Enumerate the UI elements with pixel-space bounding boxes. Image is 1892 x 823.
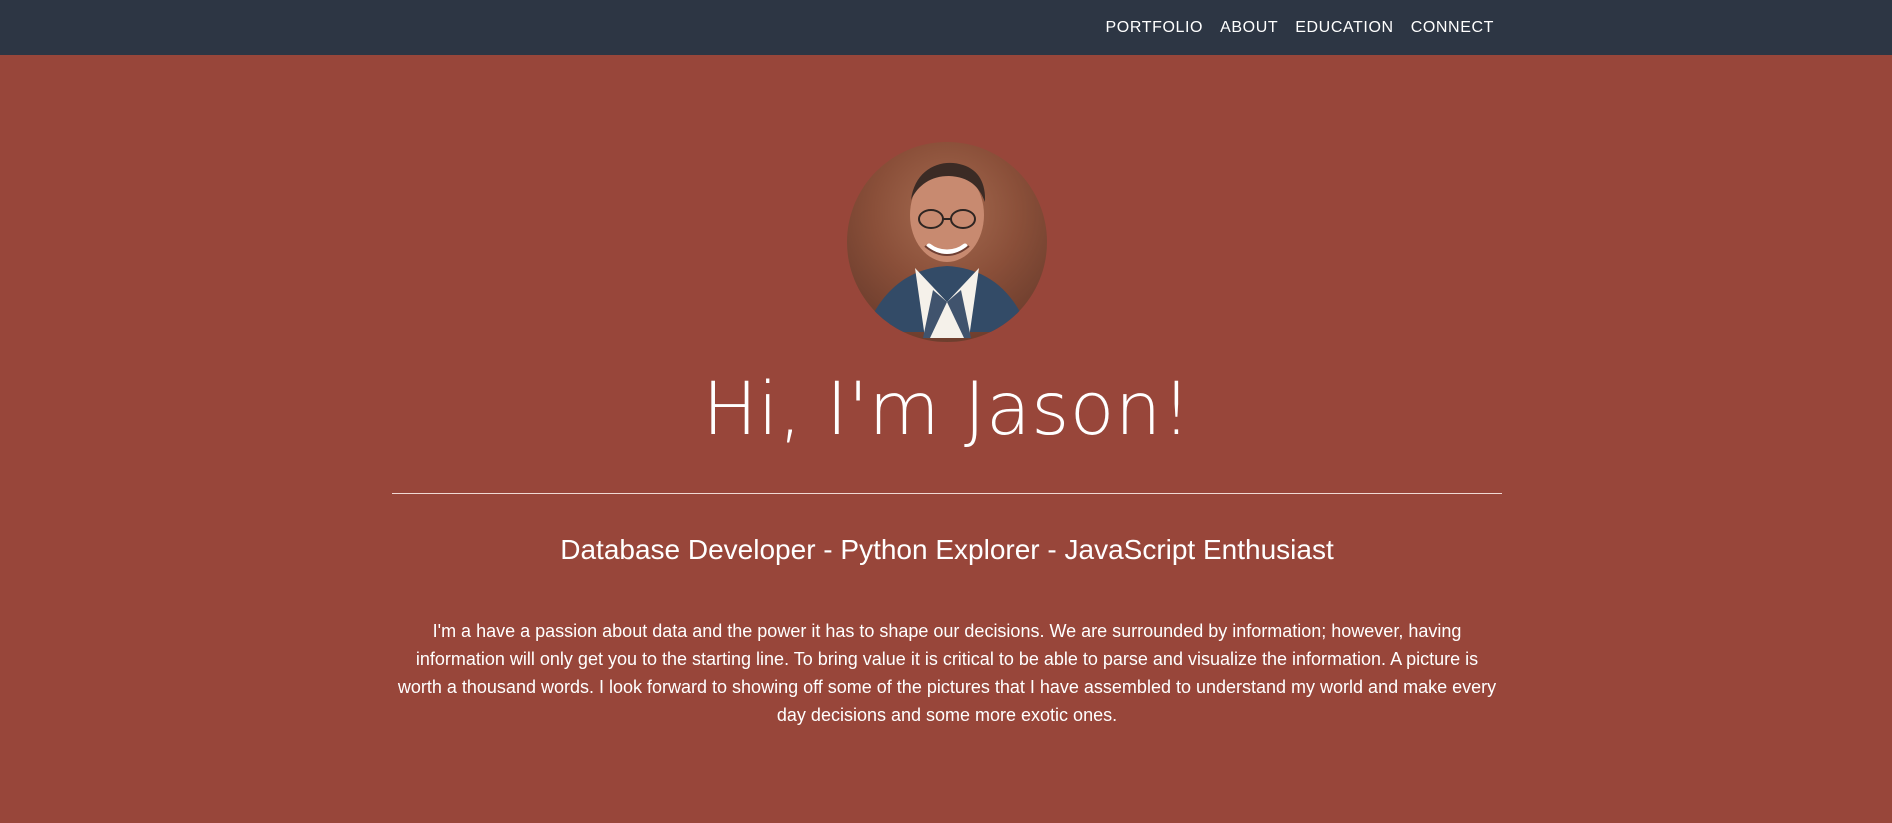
profile-photo-illustration [865, 162, 1029, 338]
nav-link-about[interactable]: ABOUT [1220, 19, 1278, 36]
page-title: Hi, I'm Jason! [702, 367, 1192, 452]
nav-link-connect[interactable]: CONNECT [1411, 19, 1494, 36]
role-tagline: Database Developer - Python Explorer - J… [560, 534, 1334, 565]
nav-menu: PORTFOLIO ABOUT EDUCATION CONNECT [1106, 0, 1494, 55]
profile-photo [847, 142, 1047, 342]
bio-paragraph: I'm a have a passion about data and the … [397, 621, 1497, 725]
nav-link-portfolio[interactable]: PORTFOLIO [1106, 19, 1204, 36]
section-divider [392, 493, 1502, 494]
top-navbar: PORTFOLIO ABOUT EDUCATION CONNECT [0, 0, 1892, 55]
nav-link-education[interactable]: EDUCATION [1295, 19, 1393, 36]
hero-section: Hi, I'm Jason! Database Developer - Pyth… [0, 55, 1892, 823]
